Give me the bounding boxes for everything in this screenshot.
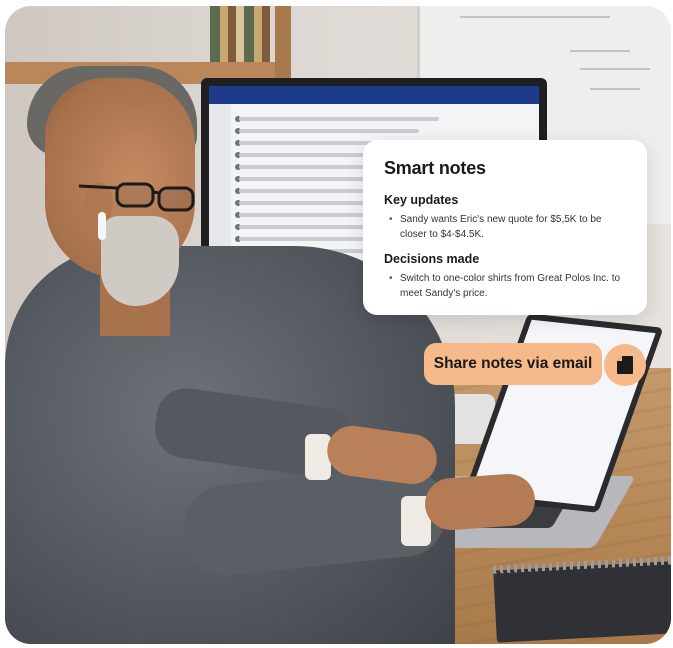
glasses <box>78 182 195 212</box>
shelf-books <box>210 6 270 62</box>
note-icon <box>617 356 633 374</box>
man-hand <box>423 472 537 532</box>
notebook <box>493 561 671 643</box>
notes-list: • Switch to one-color shirts from Great … <box>384 271 627 301</box>
bullet: • <box>389 214 393 225</box>
list-item: • Sandy wants Eric's new quote for $5,5K… <box>384 212 627 242</box>
whiteboard-scribble <box>590 88 640 90</box>
notes-title: Smart notes <box>384 158 486 178</box>
share-icon-button[interactable] <box>604 344 646 386</box>
list-item-text: Sandy wants Eric's new quote for $5,5K t… <box>400 214 602 240</box>
section-heading: Decisions made <box>384 252 480 266</box>
background-photo <box>5 6 671 644</box>
shelf-post <box>275 6 291 84</box>
section-heading: Key updates <box>384 193 459 207</box>
notes-list: • Sandy wants Eric's new quote for $5,5K… <box>384 212 627 242</box>
list-item: • Switch to one-color shirts from Great … <box>384 271 627 301</box>
whiteboard-scribble <box>580 68 650 70</box>
whiteboard-scribble <box>570 50 630 52</box>
smart-notes-card: Smart notes Key updates • Sandy wants Er… <box>363 140 647 315</box>
list-item-text: Switch to one-color shirts from Great Po… <box>400 273 621 299</box>
share-notes-button[interactable]: Share notes via email <box>424 343 602 385</box>
bullet: • <box>389 273 393 284</box>
whiteboard-scribble <box>460 16 610 18</box>
